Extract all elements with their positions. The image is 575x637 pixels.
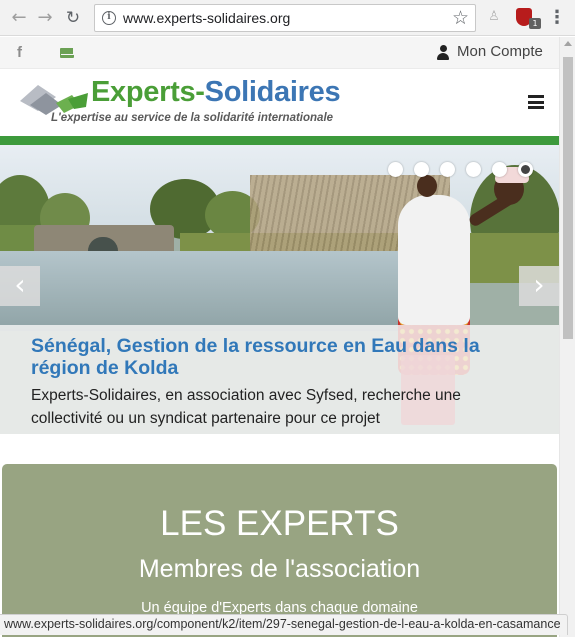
address-bar[interactable]: i www.experts-solidaires.org ☆ <box>94 4 476 32</box>
facebook-icon[interactable]: f <box>17 44 22 61</box>
slide-title[interactable]: Sénégal, Gestion de la ressource en Eau … <box>31 335 501 379</box>
hamburger-icon[interactable] <box>528 95 544 109</box>
status-bar: www.experts-solidaires.org/component/k2/… <box>0 614 568 635</box>
scroll-up-icon[interactable] <box>564 41 572 46</box>
slide-dot[interactable] <box>440 162 455 177</box>
experts-title[interactable]: LES EXPERTS <box>2 504 557 544</box>
url-text[interactable]: www.experts-solidaires.org <box>123 10 290 26</box>
logo-name[interactable]: Experts-Solidaires <box>91 76 341 109</box>
experts-panel: LES EXPERTS Membres de l'association Un … <box>2 464 557 637</box>
slide-dot[interactable] <box>492 162 507 177</box>
scroll-thumb[interactable] <box>563 57 573 339</box>
slide-text: Experts-Solidaires, en association avec … <box>31 387 461 427</box>
account-link[interactable]: Mon Compte <box>457 43 543 60</box>
hero-slider: ‹ › Sénégal, Gestion de la ressource en … <box>0 145 559 434</box>
back-arrow-icon[interactable]: ← <box>8 7 30 29</box>
slide-dot-active[interactable] <box>518 162 533 177</box>
menu-dots-icon[interactable]: ⋮ <box>548 7 566 29</box>
reload-icon[interactable]: ↻ <box>62 7 84 29</box>
extension-badge: 1 <box>529 18 541 29</box>
web-page: f Mon Compte Experts-Solidaires L'expert… <box>0 37 559 637</box>
info-icon[interactable]: i <box>102 11 116 25</box>
slider-next-button[interactable]: › <box>519 266 559 306</box>
slider-prev-button[interactable]: ‹ <box>0 266 40 306</box>
slide-caption: Sénégal, Gestion de la ressource en Eau … <box>0 325 559 434</box>
slide-dot[interactable] <box>414 162 429 177</box>
mail-icon[interactable] <box>60 48 74 58</box>
slide-dot[interactable] <box>388 162 403 177</box>
forward-arrow-icon[interactable]: → <box>34 7 56 29</box>
logo-tagline: L'expertise au service de la solidarité … <box>51 112 334 124</box>
extension-icon[interactable]: ♙ <box>486 9 502 25</box>
browser-toolbar: ← → ↻ i www.experts-solidaires.org ☆ ♙ 1… <box>0 0 575 36</box>
user-icon[interactable] <box>437 45 449 60</box>
site-header: Experts-Solidaires L'expertise au servic… <box>0 70 559 136</box>
slide-dot[interactable] <box>466 162 481 177</box>
experts-subtitle: Membres de l'association <box>138 555 421 583</box>
top-bar: f Mon Compte <box>0 37 559 69</box>
page-scrollbar[interactable] <box>559 37 575 637</box>
star-icon[interactable]: ☆ <box>452 7 469 29</box>
